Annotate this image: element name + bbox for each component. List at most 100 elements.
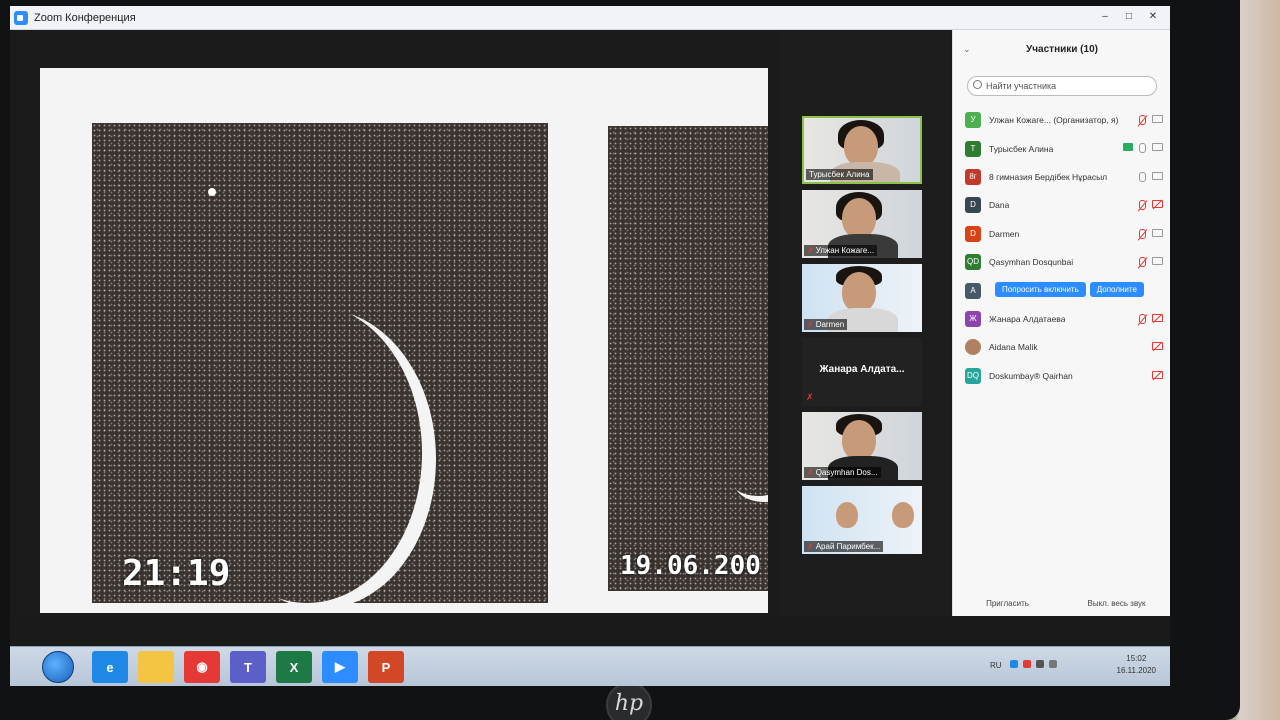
- moon-photo-right: 19.06.200: [608, 126, 768, 591]
- participant-avatar: QD: [965, 254, 981, 271]
- participant-status-icons: [1152, 370, 1163, 379]
- participant-row[interactable]: QD Qasymhan Dosqunbai: [953, 248, 1170, 276]
- video-person: [892, 502, 914, 528]
- camera-icon[interactable]: [1152, 115, 1163, 123]
- participant-avatar: D: [965, 225, 981, 242]
- mic-muted-icon: ✗: [806, 392, 814, 402]
- more-button[interactable]: Дополните: [1089, 282, 1144, 298]
- photo-timestamp-right: 19.06.200: [620, 551, 761, 581]
- teams-icon[interactable]: T: [230, 651, 266, 683]
- chrome-icon[interactable]: ◉: [184, 651, 220, 683]
- video-tile[interactable]: ✗ Qasymhan Dos...: [802, 412, 922, 480]
- participant-avatar: [965, 339, 981, 356]
- invite-button[interactable]: Пригласить: [953, 599, 1062, 608]
- mute-all-button[interactable]: Выкл. весь звук: [1062, 599, 1170, 608]
- participant-avatar: 8г: [965, 168, 981, 185]
- video-tile[interactable]: ✗ Арай Паримбек...: [802, 486, 922, 554]
- excel-icon[interactable]: X: [276, 651, 312, 683]
- tray-icons: [1010, 660, 1057, 668]
- participant-row[interactable]: DQ Doskumbay® Qairhan: [953, 362, 1170, 390]
- participant-row[interactable]: D Dana: [953, 191, 1170, 219]
- participant-name: Турысбек Алина: [989, 143, 1054, 154]
- mic-muted-icon: ✗: [807, 542, 814, 551]
- video-strip: Турысбек Алина ✗ Улжан Кожаге... ✗ Darmen …: [780, 30, 950, 616]
- network-icon[interactable]: [1036, 660, 1044, 668]
- minimize-button[interactable]: –: [1094, 9, 1116, 25]
- window-title: Zoom Конференция: [34, 11, 136, 24]
- video-tile-name: ✗ Qasymhan Dos...: [804, 467, 881, 478]
- maximize-button[interactable]: □: [1118, 9, 1140, 25]
- powerpoint-icon[interactable]: P: [368, 651, 404, 683]
- camera-icon[interactable]: [1152, 256, 1163, 265]
- camera-off-icon[interactable]: [1152, 370, 1163, 379]
- mic-muted-icon[interactable]: [1139, 228, 1146, 239]
- participant-status-icons: [1139, 228, 1163, 239]
- clock[interactable]: 15:02 16.11.2020: [1117, 653, 1156, 677]
- zoom-window: Zoom Конференция – □ ✕ 21:19 19.06.200 Т…: [10, 6, 1170, 646]
- camera-off-icon[interactable]: [1152, 313, 1163, 322]
- video-tile[interactable]: Жанара Алдата... ✗: [802, 338, 922, 406]
- shared-slide: 21:19 19.06.200: [40, 68, 768, 613]
- mic-muted-icon: ✗: [807, 320, 814, 329]
- start-button[interactable]: [42, 651, 74, 683]
- participants-panel: ⌄ Участники (10) Найти участника У Улжан …: [952, 30, 1170, 616]
- video-tile-name: ✗ Арай Паримбек...: [804, 541, 884, 552]
- camera-icon[interactable]: [1152, 228, 1163, 237]
- clock-date: 16.11.2020: [1116, 666, 1156, 675]
- participants-header: Участники (10): [1026, 44, 1098, 55]
- mic-muted-icon[interactable]: [1139, 256, 1146, 267]
- crescent-moon: [728, 456, 768, 496]
- clock-time: 15:02: [1126, 654, 1147, 663]
- mic-muted-icon[interactable]: [1139, 115, 1146, 125]
- participant-name: Qasymhan Dosqunbai: [989, 257, 1074, 268]
- camera-icon[interactable]: [1152, 143, 1163, 152]
- video-tile-name: ✗ Darmen: [804, 319, 848, 330]
- participant-status-icons: [1139, 200, 1163, 211]
- mic-muted-icon[interactable]: [1139, 200, 1146, 211]
- camera-icon[interactable]: [1152, 171, 1163, 180]
- participant-row[interactable]: D Darmen: [953, 220, 1170, 248]
- video-tile-name: Турысбек Алина: [806, 169, 873, 180]
- participant-name: 8 гимназия Бердібек Нұрасыл: [989, 171, 1108, 182]
- video-tile[interactable]: ✗ Darmen: [802, 264, 922, 332]
- video-tile[interactable]: Турысбек Алина: [802, 116, 922, 184]
- volume-icon[interactable]: [1049, 660, 1057, 668]
- participant-avatar: Т: [965, 140, 981, 157]
- participant-row[interactable]: У Улжан Кожаге... (Организатор, я): [953, 106, 1170, 134]
- windows-taskbar: e ◉ T X ▶ P RU 15:02 16.11.2020: [10, 646, 1170, 686]
- moon-photo-left: 21:19: [92, 123, 548, 603]
- participant-row[interactable]: Ж Жанара Алдатаева: [953, 305, 1170, 333]
- video-tile-name: ✗ Улжан Кожаге...: [804, 245, 878, 256]
- participant-row[interactable]: 8г 8 гимназия Бердібек Нұрасыл: [953, 163, 1170, 191]
- participant-row[interactable]: Aidana Malik: [953, 333, 1170, 361]
- participant-row[interactable]: Т Турысбек Алина: [953, 134, 1170, 162]
- explorer-icon[interactable]: [138, 651, 174, 683]
- participant-row[interactable]: A Попросить включить Дополните: [953, 276, 1170, 304]
- participant-name: Жанара Алдатаева: [989, 313, 1066, 324]
- ask-to-unmute-button[interactable]: Попросить включить: [995, 282, 1086, 298]
- ie-icon[interactable]: e: [92, 651, 128, 683]
- video-tile-name: Жанара Алдата...: [819, 364, 905, 375]
- participants-footer: Пригласить Выкл. весь звук: [953, 599, 1170, 608]
- mic-icon[interactable]: [1139, 171, 1146, 182]
- participant-action-buttons: Попросить включить Дополните: [995, 282, 1144, 298]
- close-button[interactable]: ✕: [1142, 9, 1164, 25]
- camera-off-icon[interactable]: [1152, 342, 1163, 351]
- video-tile[interactable]: ✗ Улжан Кожаге...: [802, 190, 922, 258]
- participant-search-input[interactable]: Найти участника: [967, 76, 1157, 96]
- camera-off-icon[interactable]: [1152, 200, 1163, 209]
- video-person: [842, 272, 876, 312]
- zoom-icon[interactable]: ▶: [322, 651, 358, 683]
- mic-icon[interactable]: [1139, 143, 1146, 154]
- video-person: [842, 198, 876, 238]
- participant-avatar: D: [965, 197, 981, 214]
- shared-screen[interactable]: 21:19 19.06.200: [10, 30, 780, 616]
- titlebar: Zoom Конференция – □ ✕: [10, 6, 1170, 30]
- system-tray: RU 15:02 16.11.2020: [980, 647, 1170, 686]
- antivirus-icon[interactable]: [1023, 660, 1031, 668]
- zoom-app-icon: [14, 10, 28, 25]
- mic-muted-icon[interactable]: [1139, 313, 1146, 324]
- help-icon[interactable]: [1010, 660, 1018, 668]
- language-indicator[interactable]: RU: [990, 661, 1002, 670]
- window-controls: – □ ✕: [1094, 9, 1164, 25]
